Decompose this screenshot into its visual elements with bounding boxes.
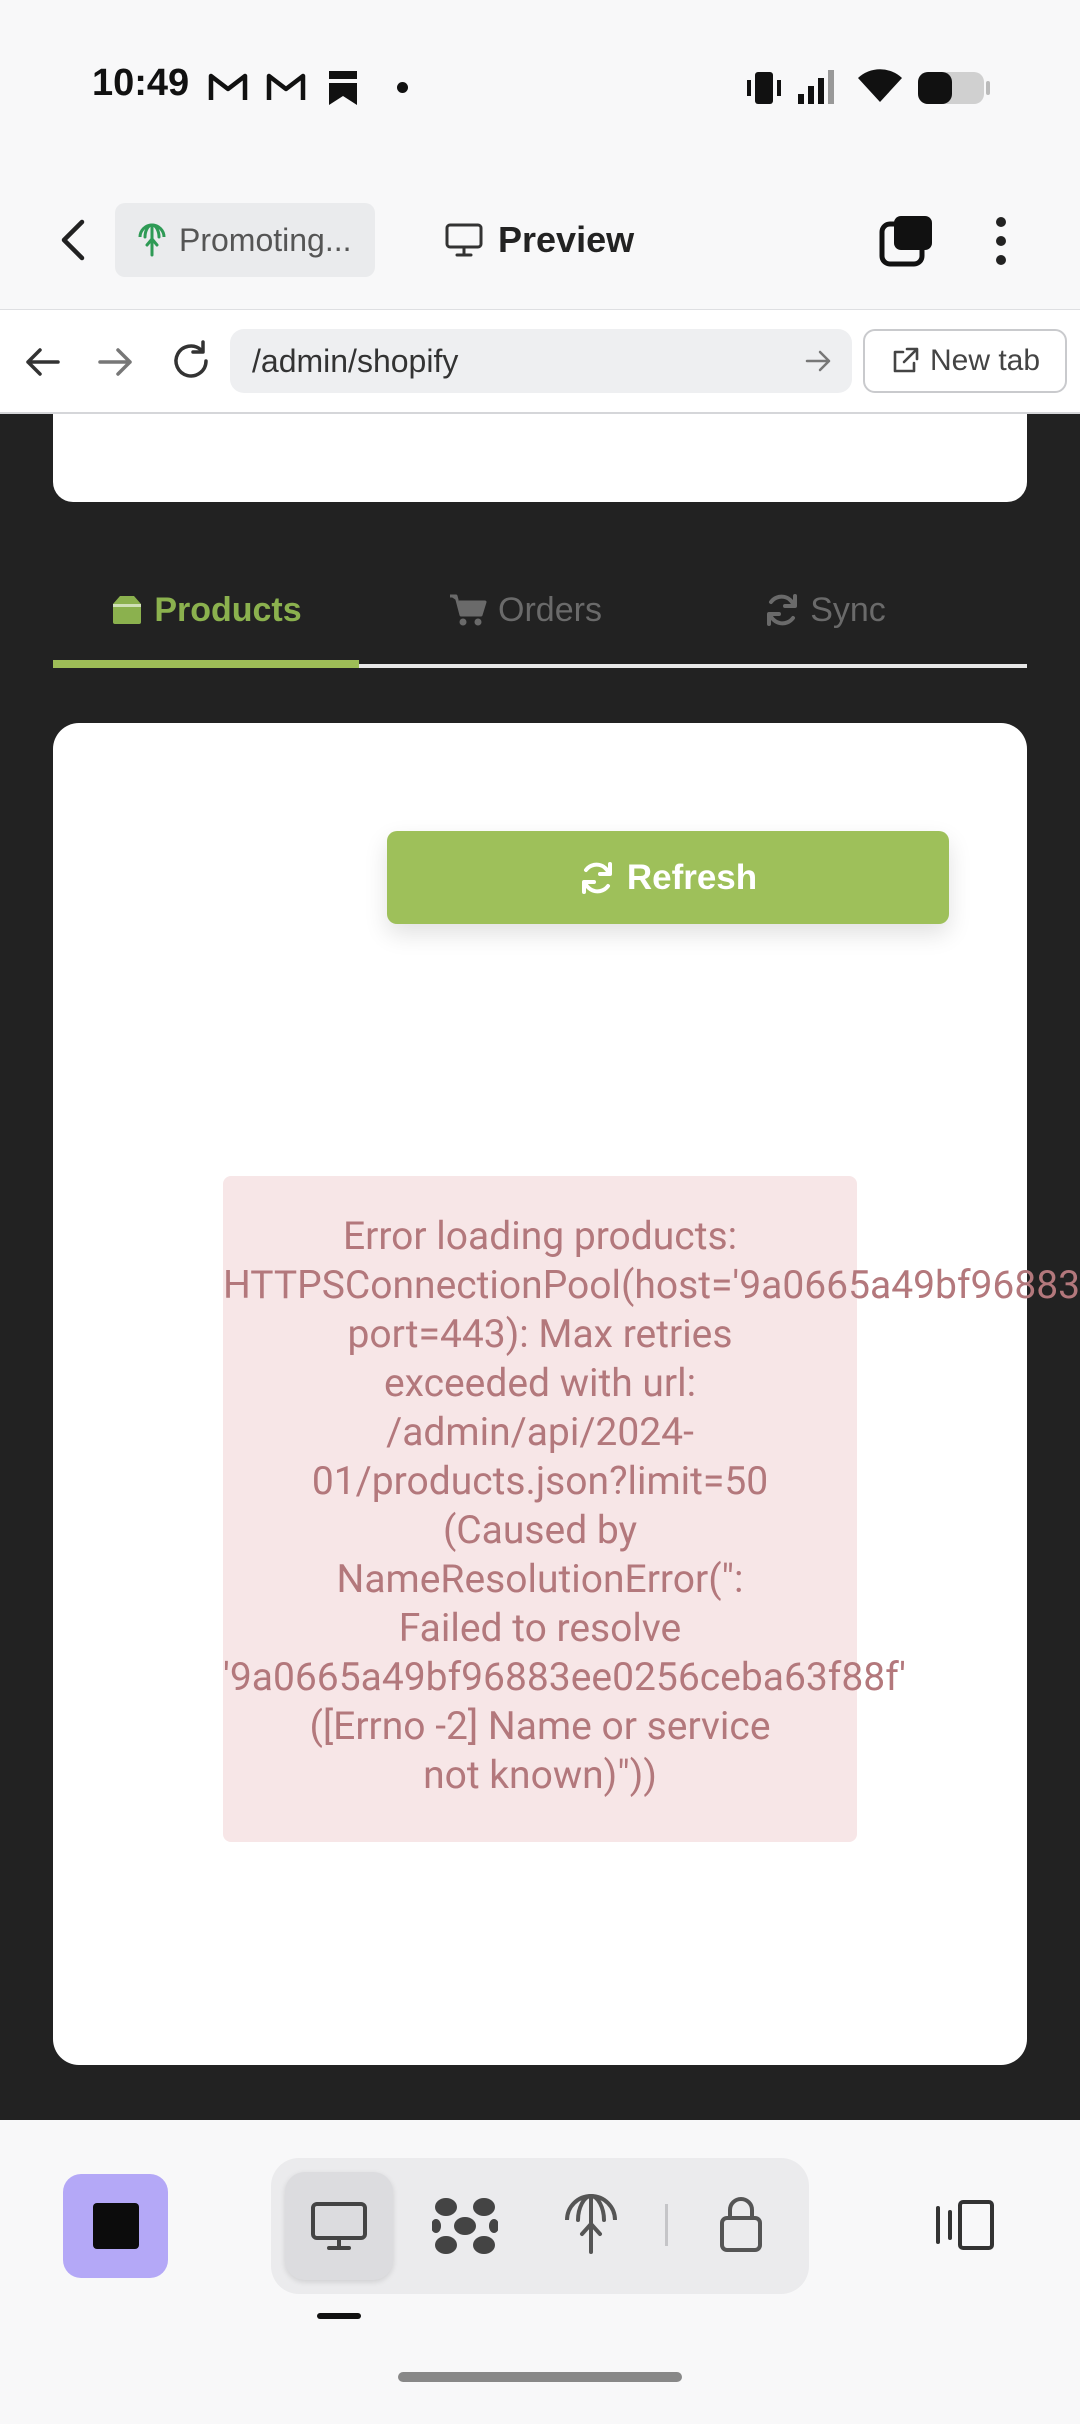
nodes-icon [432, 2198, 498, 2254]
new-tab-label: New tab [929, 344, 1041, 377]
url-text: /admin/shopify [252, 342, 459, 379]
reload-icon[interactable] [168, 338, 214, 384]
status-time: 10:49 [92, 62, 190, 104]
monitor-icon [445, 223, 483, 257]
wifi-icon [858, 69, 902, 102]
more-notifications-dot [397, 82, 408, 93]
monitor-icon [311, 2202, 367, 2250]
more-vertical-icon[interactable] [984, 212, 1018, 270]
error-message: Error loading products: HTTPSConnectionP… [223, 1213, 1080, 1798]
deploy-globe-icon [565, 2194, 617, 2254]
project-chip-label: Promoting... [179, 221, 352, 258]
desktop-mode-button[interactable] [285, 2172, 393, 2280]
tabs-switcher-icon[interactable] [878, 212, 936, 270]
external-link-icon [893, 347, 919, 373]
stop-icon [92, 2203, 139, 2249]
deploy-globe-icon [138, 223, 166, 257]
browser-back-icon[interactable] [20, 340, 64, 384]
project-chip[interactable]: Promoting... [115, 203, 375, 277]
home-indicator[interactable] [398, 2372, 682, 2382]
toolbar-divider [665, 2204, 668, 2246]
preview-tab[interactable]: Preview [444, 215, 634, 265]
new-tab-button[interactable]: New tab [863, 329, 1067, 393]
stop-button[interactable] [63, 2174, 168, 2278]
go-arrow-icon[interactable] [804, 347, 834, 375]
lock-button[interactable] [701, 2184, 781, 2264]
lock-icon [720, 2197, 762, 2252]
url-input[interactable]: /admin/shopify [230, 329, 852, 393]
gmail-icon [208, 73, 248, 100]
deploy-mode-button[interactable] [551, 2184, 631, 2264]
error-clip: Error loading products: HTTPSConnectionP… [0, 414, 1080, 2120]
integrations-mode-button[interactable] [425, 2186, 505, 2266]
preview-label: Preview [498, 219, 635, 260]
gmail-icon [266, 73, 306, 100]
battery-icon [918, 72, 990, 104]
signal-icon [798, 70, 834, 104]
back-chevron-icon[interactable] [56, 216, 92, 264]
browser-forward-icon[interactable] [94, 340, 138, 384]
vibrate-icon [747, 72, 781, 104]
split-view-icon[interactable] [932, 2198, 998, 2252]
active-mode-indicator [317, 2313, 361, 2319]
bookmark-notification-icon [329, 71, 357, 105]
